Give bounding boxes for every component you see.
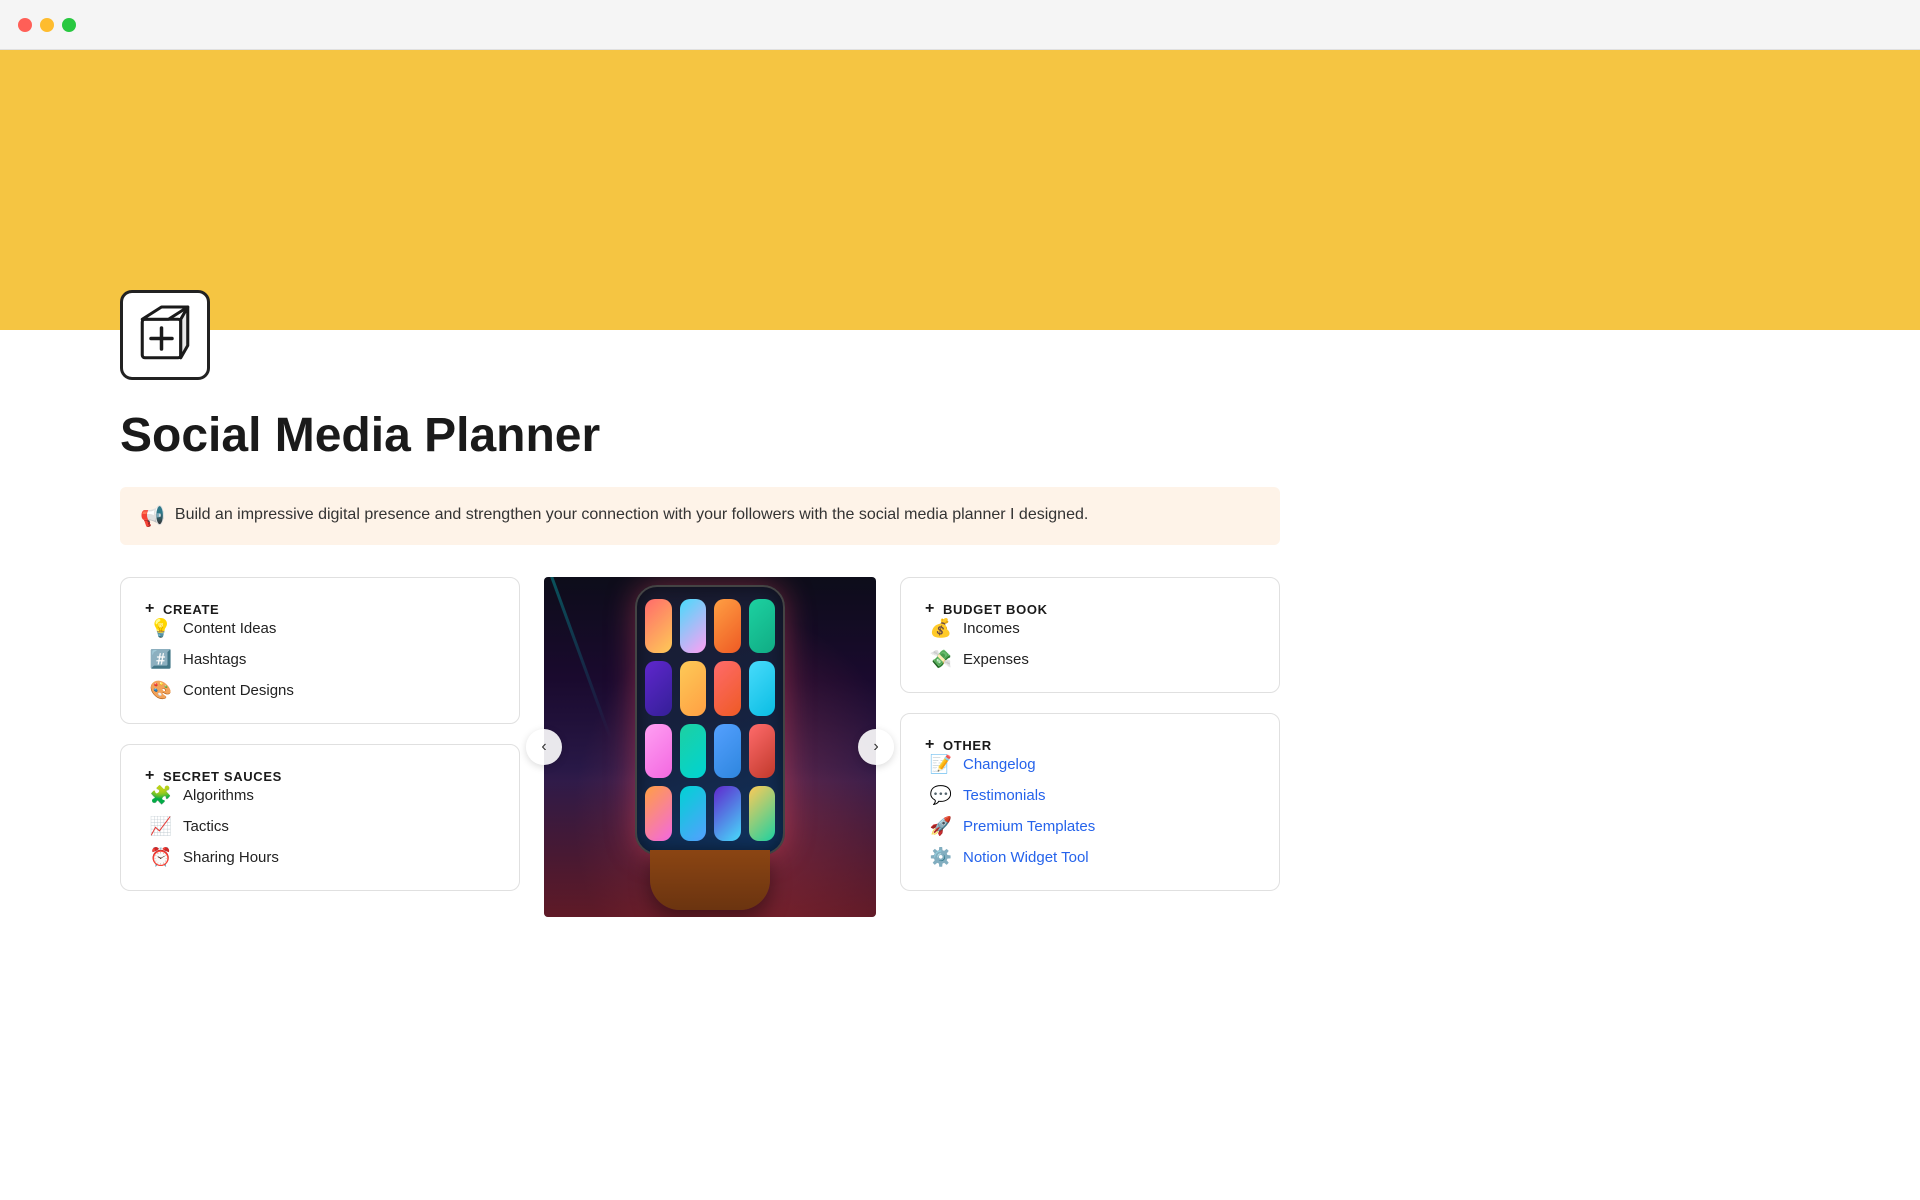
create-item-2-label: Content Designs: [183, 682, 294, 699]
create-card-items: 💡 Content Ideas #️⃣ Hashtags 🎨 Content D…: [145, 618, 495, 701]
page-content: Social Media Planner 📢 Build an impressi…: [0, 380, 1920, 977]
create-item-1[interactable]: #️⃣ Hashtags: [149, 649, 495, 670]
other-plus-icon: +: [925, 736, 935, 754]
other-item-2-emoji: 🚀: [929, 816, 953, 837]
page-icon: [120, 290, 210, 380]
create-card: + CREATE 💡 Content Ideas #️⃣ Hashtags 🎨 …: [120, 577, 520, 724]
budget-item-1[interactable]: 💸 Expenses: [929, 649, 1255, 670]
other-card-title: OTHER: [943, 738, 992, 753]
callout-icon: 📢: [140, 504, 165, 529]
other-item-0[interactable]: 📝 Changelog: [929, 754, 1255, 775]
maximize-button[interactable]: [62, 18, 76, 32]
budget-item-1-label: Expenses: [963, 651, 1029, 668]
titlebar: [0, 0, 1920, 50]
secret-sauces-title: SECRET SAUCES: [163, 769, 282, 784]
carousel-prev-button[interactable]: ‹: [526, 729, 562, 765]
create-card-header: + CREATE: [145, 600, 495, 618]
other-card-items: 📝 Changelog 💬 Testimonials 🚀 Premium Tem…: [925, 754, 1255, 868]
chevron-right-icon: ›: [873, 738, 878, 756]
budget-item-0-label: Incomes: [963, 620, 1020, 637]
secret-item-1-emoji: 📈: [149, 816, 173, 837]
phone-in-hand: [635, 585, 785, 910]
carousel-image: [544, 577, 876, 917]
create-card-title: CREATE: [163, 602, 219, 617]
other-item-1-emoji: 💬: [929, 785, 953, 806]
budget-book-plus-icon: +: [925, 600, 935, 618]
other-item-2-label: Premium Templates: [963, 818, 1095, 835]
other-item-0-label: Changelog: [963, 756, 1036, 773]
secret-sauces-card: + SECRET SAUCES 🧩 Algorithms 📈 Tactics ⏰…: [120, 744, 520, 891]
secret-sauces-header: + SECRET SAUCES: [145, 767, 495, 785]
create-item-2-emoji: 🎨: [149, 680, 173, 701]
phone-screen-grid: [635, 585, 785, 855]
other-item-1-label: Testimonials: [963, 787, 1046, 804]
create-item-2[interactable]: 🎨 Content Designs: [149, 680, 495, 701]
close-button[interactable]: [18, 18, 32, 32]
create-item-1-emoji: #️⃣: [149, 649, 173, 670]
other-card: + OTHER 📝 Changelog 💬 Testimonials 🚀 Pre…: [900, 713, 1280, 891]
right-column: + BUDGET BOOK 💰 Incomes 💸 Expenses: [900, 577, 1280, 891]
chevron-left-icon: ‹: [541, 738, 546, 756]
budget-item-0[interactable]: 💰 Incomes: [929, 618, 1255, 639]
other-card-header: + OTHER: [925, 736, 1255, 754]
secret-item-2-label: Sharing Hours: [183, 849, 279, 866]
other-item-3-label: Notion Widget Tool: [963, 849, 1089, 866]
secret-sauces-plus-icon: +: [145, 767, 155, 785]
other-item-2[interactable]: 🚀 Premium Templates: [929, 816, 1255, 837]
create-plus-icon: +: [145, 600, 155, 618]
main-grid: + CREATE 💡 Content Ideas #️⃣ Hashtags 🎨 …: [120, 577, 1280, 917]
callout-block: 📢 Build an impressive digital presence a…: [120, 487, 1280, 545]
create-item-0-label: Content Ideas: [183, 620, 276, 637]
callout-text: Build an impressive digital presence and…: [175, 503, 1088, 527]
hand-silhouette: [650, 850, 770, 910]
secret-item-0-emoji: 🧩: [149, 785, 173, 806]
budget-book-title: BUDGET BOOK: [943, 602, 1048, 617]
secret-sauces-items: 🧩 Algorithms 📈 Tactics ⏰ Sharing Hours: [145, 785, 495, 868]
page-title: Social Media Planner: [120, 408, 1800, 463]
create-item-0[interactable]: 💡 Content Ideas: [149, 618, 495, 639]
budget-book-card: + BUDGET BOOK 💰 Incomes 💸 Expenses: [900, 577, 1280, 693]
secret-item-1-label: Tactics: [183, 818, 229, 835]
page-icon-area: [0, 290, 1920, 380]
other-item-0-emoji: 📝: [929, 754, 953, 775]
create-item-0-emoji: 💡: [149, 618, 173, 639]
budget-item-0-emoji: 💰: [929, 618, 953, 639]
secret-item-0[interactable]: 🧩 Algorithms: [149, 785, 495, 806]
minimize-button[interactable]: [40, 18, 54, 32]
create-item-1-label: Hashtags: [183, 651, 246, 668]
secret-item-0-label: Algorithms: [183, 787, 254, 804]
secret-item-2[interactable]: ⏰ Sharing Hours: [149, 847, 495, 868]
budget-book-header: + BUDGET BOOK: [925, 600, 1255, 618]
carousel: ‹: [544, 577, 876, 917]
cover-image: [0, 50, 1920, 330]
other-item-1[interactable]: 💬 Testimonials: [929, 785, 1255, 806]
carousel-next-button[interactable]: ›: [858, 729, 894, 765]
other-item-3-emoji: ⚙️: [929, 847, 953, 868]
other-item-3[interactable]: ⚙️ Notion Widget Tool: [929, 847, 1255, 868]
budget-item-1-emoji: 💸: [929, 649, 953, 670]
secret-item-1[interactable]: 📈 Tactics: [149, 816, 495, 837]
left-column: + CREATE 💡 Content Ideas #️⃣ Hashtags 🎨 …: [120, 577, 520, 891]
secret-item-2-emoji: ⏰: [149, 847, 173, 868]
budget-book-items: 💰 Incomes 💸 Expenses: [925, 618, 1255, 670]
